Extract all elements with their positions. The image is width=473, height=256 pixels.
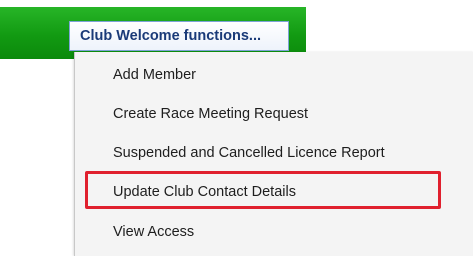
menu-item-create-race-meeting-request[interactable]: Create Race Meeting Request [75, 96, 473, 132]
menu-item-view-access[interactable]: View Access [75, 214, 473, 250]
menu-item-suspended-cancelled-licence-report[interactable]: Suspended and Cancelled Licence Report [75, 135, 473, 171]
club-welcome-functions-menu[interactable]: Club Welcome functions... [69, 21, 289, 51]
club-welcome-functions-dropdown: Add Member Create Race Meeting Request S… [74, 52, 473, 256]
menu-item-update-club-contact-details[interactable]: Update Club Contact Details [75, 174, 473, 210]
menu-item-add-member[interactable]: Add Member [75, 57, 473, 93]
